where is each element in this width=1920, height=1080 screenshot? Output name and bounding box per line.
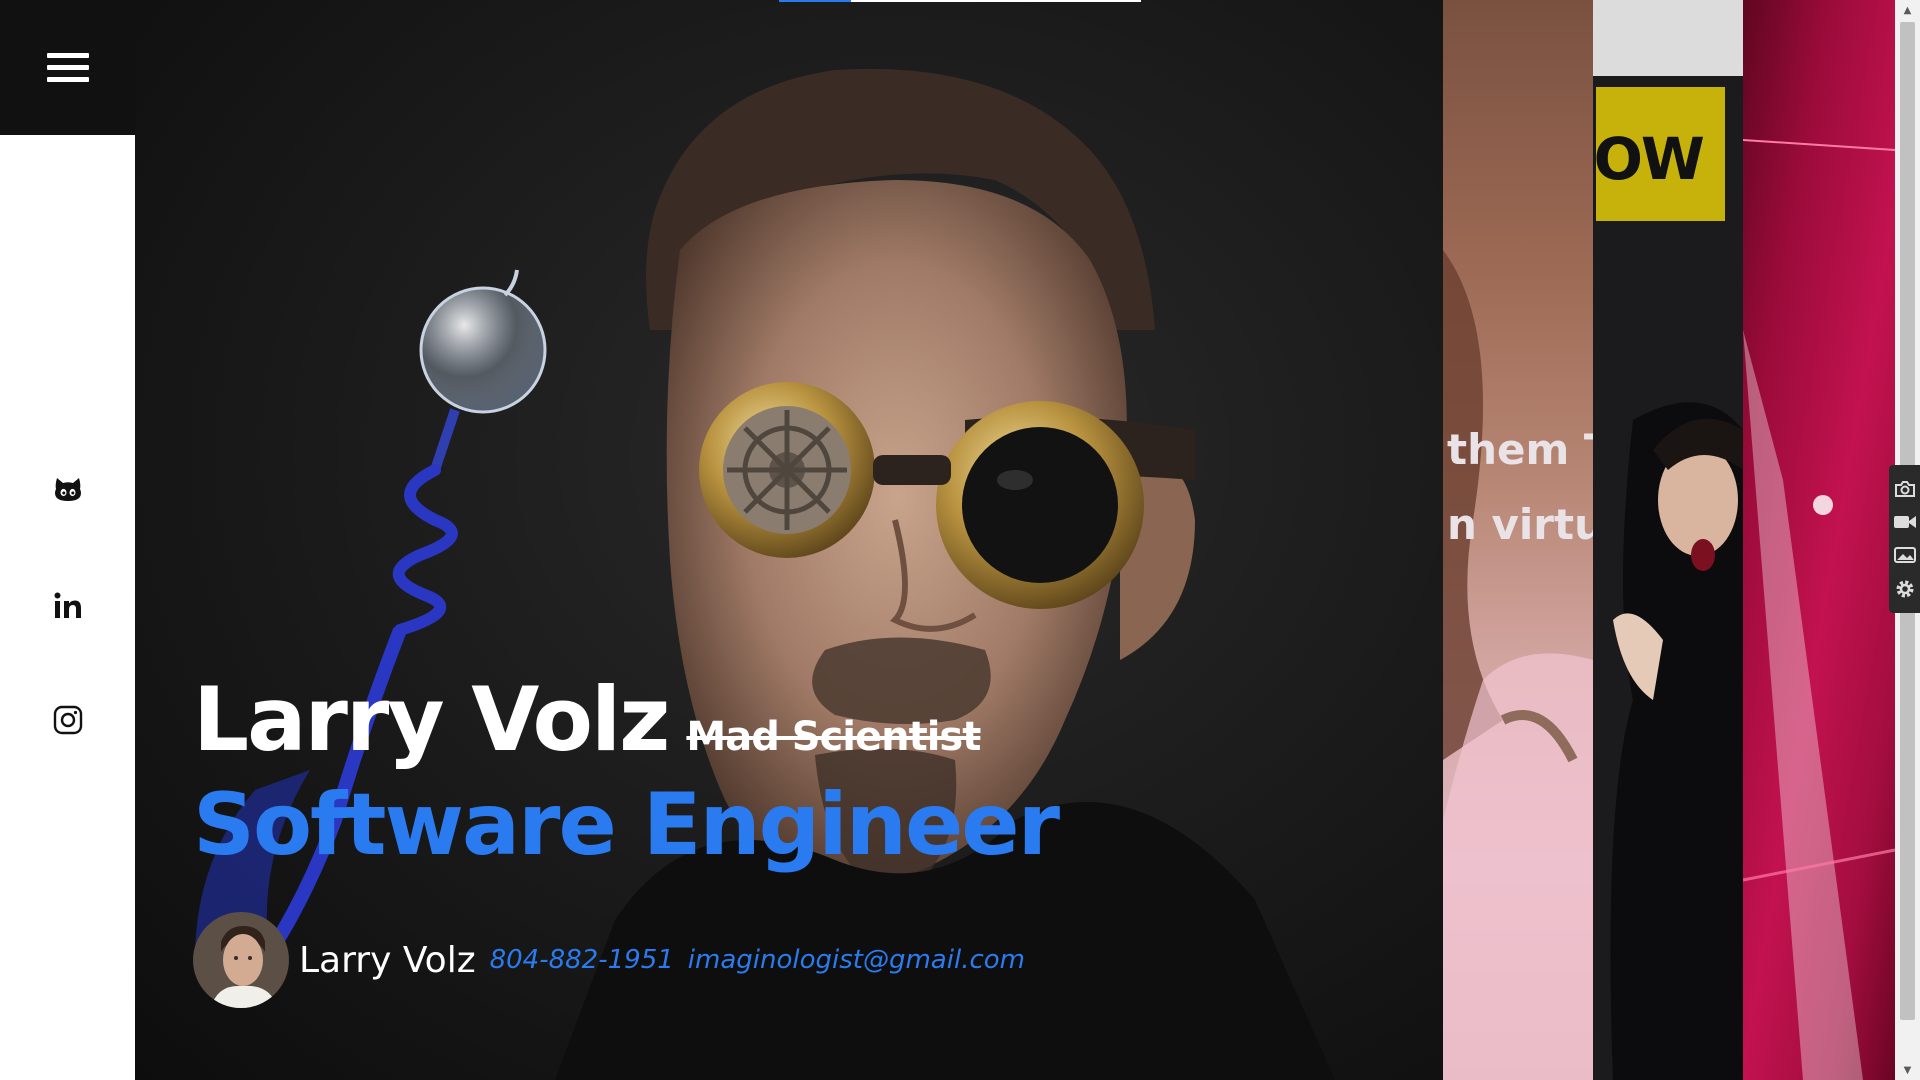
menu-button[interactable] xyxy=(0,0,135,135)
linkedin-icon xyxy=(54,592,81,618)
video-icon[interactable] xyxy=(1893,510,1917,534)
capture-toolbar xyxy=(1889,465,1920,613)
carousel-slide-preview-3[interactable] xyxy=(1743,0,1895,1080)
hero-name: Larry Volz xyxy=(193,668,670,771)
github-link[interactable] xyxy=(0,476,135,502)
scroll-down-icon[interactable]: ▼ xyxy=(1895,1060,1920,1080)
slide-caption-line-2: n virtu xyxy=(1447,500,1593,549)
avatar xyxy=(193,912,289,1008)
carousel-slide-preview-1[interactable]: them T n virtu xyxy=(1443,0,1593,1080)
left-sidebar xyxy=(0,0,135,1080)
instagram-link[interactable] xyxy=(0,705,135,735)
hamburger-menu-icon xyxy=(46,46,89,89)
image-icon[interactable] xyxy=(1893,543,1917,567)
hero-slide: Larry Volz Mad Scientist Software Enginee… xyxy=(135,0,1443,1080)
contact-name: Larry Volz xyxy=(299,939,476,981)
scroll-up-icon[interactable]: ▲ xyxy=(1895,0,1920,20)
email-link[interactable]: imaginologist@gmail.com xyxy=(688,945,1025,975)
carousel-slide-preview-2[interactable]: IOW xyxy=(1593,0,1743,1080)
camera-icon[interactable] xyxy=(1893,477,1917,501)
hero-headline: Larry Volz Mad Scientist xyxy=(193,668,981,771)
settings-icon[interactable] xyxy=(1893,577,1917,601)
phone-link[interactable]: 804-882-1951 xyxy=(490,945,674,975)
instagram-icon xyxy=(53,705,82,735)
github-icon xyxy=(54,478,81,501)
slide-caption-line-1: them T xyxy=(1447,425,1593,474)
hero-role: Software Engineer xyxy=(193,775,1060,875)
contact-bar: Larry Volz 804-882-1951 imaginologist@gm… xyxy=(193,912,1025,1008)
linkedin-link[interactable] xyxy=(0,592,135,620)
struck-title: Mad Scientist xyxy=(686,714,981,760)
